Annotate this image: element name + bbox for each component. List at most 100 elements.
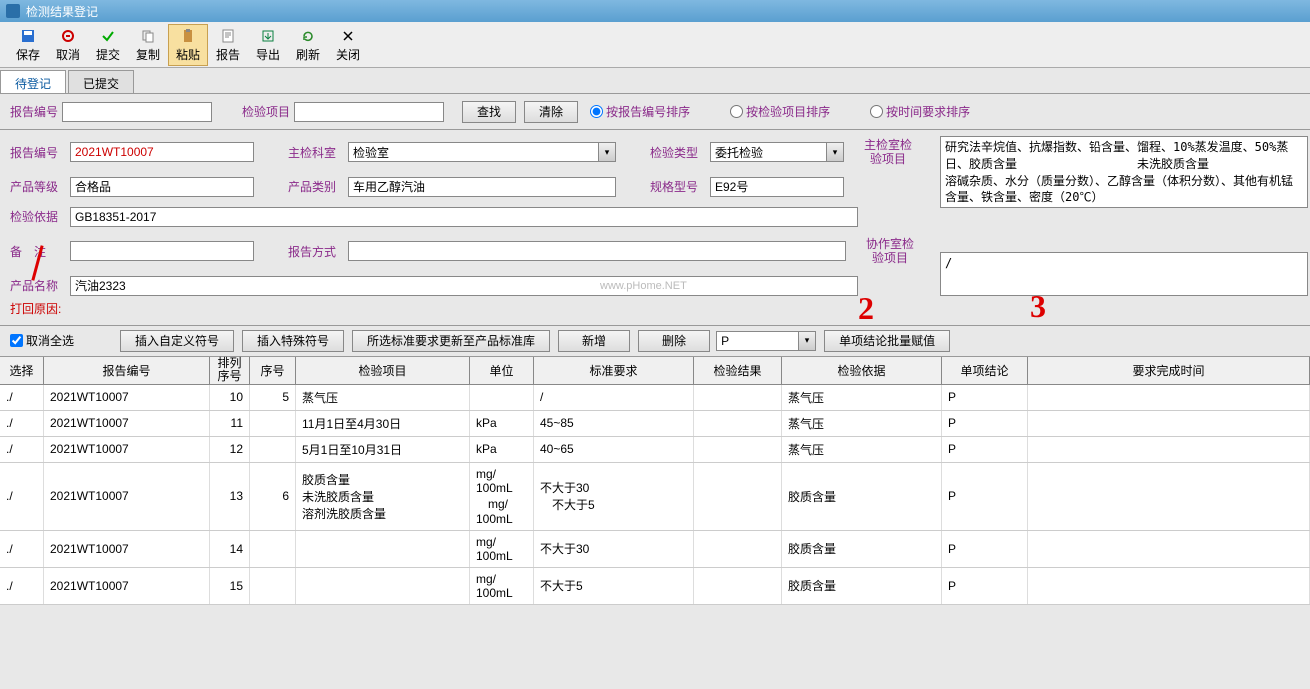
batch-assign-button[interactable]: 单项结论批量赋值 <box>824 330 950 352</box>
cell: 2021WT10007 <box>44 437 210 462</box>
col-select[interactable]: 选择 <box>0 357 44 384</box>
add-button[interactable]: 新增 <box>558 330 630 352</box>
insert-special-button[interactable]: 插入特殊符号 <box>242 330 344 352</box>
cell <box>250 437 296 462</box>
find-button[interactable]: 查找 <box>462 101 516 123</box>
submit-button[interactable]: 提交 <box>88 24 128 66</box>
coop-items-textarea[interactable]: / <box>940 252 1308 296</box>
col-conclusion[interactable]: 单项结论 <box>942 357 1028 384</box>
cancel-all-checkbox[interactable]: 取消全选 <box>10 332 74 349</box>
copy-icon <box>140 28 156 44</box>
cell: 14 <box>210 531 250 567</box>
sort-by-report-radio[interactable]: 按报告编号排序 <box>590 103 690 120</box>
table-row[interactable]: ./2021WT10007125月1日至10月31日kPa40~65蒸气压P <box>0 437 1310 463</box>
table-row[interactable]: ./2021WT100071111月1日至4月30日kPa45~85蒸气压P <box>0 411 1310 437</box>
cell: 2021WT10007 <box>44 463 210 530</box>
cell: 蒸气压 <box>782 437 942 462</box>
clear-button[interactable]: 清除 <box>524 101 578 123</box>
table-row[interactable]: ./2021WT1000714mg/ 100mL不大于30胶质含量P <box>0 531 1310 568</box>
refresh-icon <box>300 28 316 44</box>
cell <box>296 568 470 604</box>
main-lab-items-textarea[interactable]: 研究法辛烷值、抗爆指数、铅含量、馏程、10%蒸发温度、50%蒸日、胶质含量 未洗… <box>940 136 1308 208</box>
cell: ./ <box>0 437 44 462</box>
paste-button[interactable]: 粘贴 <box>168 24 208 66</box>
refresh-label: 刷新 <box>296 46 320 63</box>
cell: P <box>942 437 1028 462</box>
cell <box>1028 463 1310 530</box>
submit-icon <box>100 28 116 44</box>
cell: 2021WT10007 <box>44 385 210 410</box>
cell <box>250 568 296 604</box>
col-seq[interactable]: 序号 <box>250 357 296 384</box>
spec-label: 规格型号 <box>650 178 706 195</box>
tab-submitted[interactable]: 已提交 <box>68 70 134 93</box>
tab-pending[interactable]: 待登记 <box>0 70 66 93</box>
search-bar: 报告编号 检验项目 查找 清除 按报告编号排序 按检验项目排序 按时间要求排序 <box>0 94 1310 130</box>
report-label: 报告 <box>216 46 240 63</box>
submit-label: 提交 <box>96 46 120 63</box>
chevron-down-icon[interactable]: ▾ <box>798 331 816 351</box>
report-mode-input[interactable] <box>348 241 846 261</box>
table-row[interactable]: ./2021WT10007136胶质含量 未洗胶质含量 溶剂洗胶质含量mg/ 1… <box>0 463 1310 531</box>
cell: 40~65 <box>534 437 694 462</box>
coop-items-label: 协作室检验项目 <box>860 237 920 266</box>
copy-button[interactable]: 复制 <box>128 24 168 66</box>
col-due[interactable]: 要求完成时间 <box>1028 357 1310 384</box>
refresh-button[interactable]: 刷新 <box>288 24 328 66</box>
cell <box>1028 411 1310 436</box>
sort-by-item-radio[interactable]: 按检验项目排序 <box>730 103 830 120</box>
cell: 蒸气压 <box>782 411 942 436</box>
cell: 45~85 <box>534 411 694 436</box>
report-mode-label: 报告方式 <box>288 243 344 260</box>
table-row[interactable]: ./2021WT10007105蒸气压/蒸气压P <box>0 385 1310 411</box>
search-report-no-input[interactable] <box>62 102 212 122</box>
prod-name-input[interactable] <box>70 276 858 296</box>
cell: 11月1日至4月30日 <box>296 411 470 436</box>
basis-input[interactable] <box>70 207 858 227</box>
cell: 2021WT10007 <box>44 531 210 567</box>
cancel-label: 取消 <box>56 46 80 63</box>
grid-body: ./2021WT10007105蒸气压/蒸气压P./2021WT10007111… <box>0 385 1310 605</box>
reject-reason-label: 打回原因: <box>10 300 66 317</box>
report-no-label: 报告编号 <box>10 144 66 161</box>
chevron-down-icon[interactable]: ▾ <box>826 142 844 162</box>
col-item[interactable]: 检验项目 <box>296 357 470 384</box>
sort-by-time-radio[interactable]: 按时间要求排序 <box>870 103 970 120</box>
report-button[interactable]: 报告 <box>208 24 248 66</box>
cell: 不大于30 <box>534 531 694 567</box>
main-lab-items-label: 主检室检验项目 <box>858 138 918 167</box>
window-title-bar: 检测结果登记 <box>0 0 1310 22</box>
export-icon <box>260 28 276 44</box>
category-input[interactable] <box>348 177 616 197</box>
cell: 不大于5 <box>534 568 694 604</box>
report-no-input[interactable] <box>70 142 254 162</box>
table-row[interactable]: ./2021WT1000715mg/ 100mL不大于5胶质含量P <box>0 568 1310 605</box>
save-button[interactable]: 保存 <box>8 24 48 66</box>
remark-input[interactable] <box>70 241 254 261</box>
col-unit[interactable]: 单位 <box>470 357 534 384</box>
spec-input[interactable] <box>710 177 844 197</box>
col-basis[interactable]: 检验依据 <box>782 357 942 384</box>
insp-type-combo[interactable]: ▾ <box>710 142 844 162</box>
col-req[interactable]: 标准要求 <box>534 357 694 384</box>
cell: ./ <box>0 531 44 567</box>
chevron-down-icon[interactable]: ▾ <box>598 142 616 162</box>
insert-custom-button[interactable]: 插入自定义符号 <box>120 330 234 352</box>
col-result[interactable]: 检验结果 <box>694 357 782 384</box>
grade-input[interactable] <box>70 177 254 197</box>
cell: mg/ 100mL <box>470 568 534 604</box>
basis-label: 检验依据 <box>10 208 66 225</box>
update-std-button[interactable]: 所选标准要求更新至产品标准库 <box>352 330 550 352</box>
col-report-no[interactable]: 报告编号 <box>44 357 210 384</box>
search-insp-item-input[interactable] <box>294 102 444 122</box>
close-button[interactable]: 关闭 <box>328 24 368 66</box>
main-lab-label: 主检科室 <box>288 144 344 161</box>
col-order[interactable]: 排列序号 <box>210 357 250 384</box>
close-label: 关闭 <box>336 46 360 63</box>
batch-value-combo[interactable]: ▾ <box>716 331 816 351</box>
cell: P <box>942 411 1028 436</box>
export-button[interactable]: 导出 <box>248 24 288 66</box>
main-lab-combo[interactable]: ▾ <box>348 142 616 162</box>
cancel-button[interactable]: 取消 <box>48 24 88 66</box>
delete-button[interactable]: 删除 <box>638 330 710 352</box>
